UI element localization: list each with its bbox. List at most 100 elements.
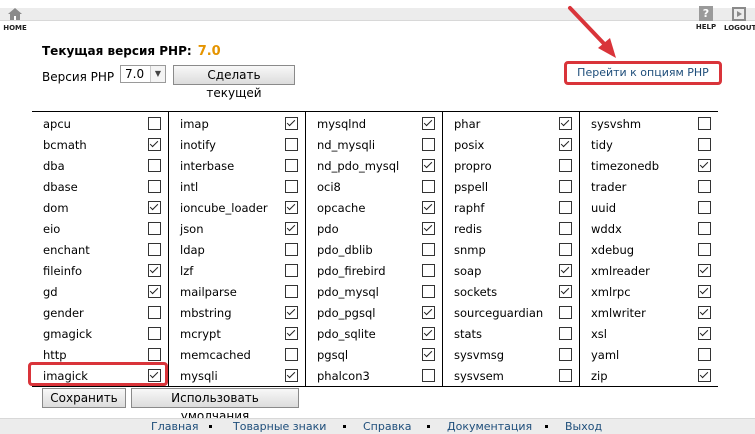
extension-row-gd: gd (32, 282, 168, 303)
extension-checkbox-json[interactable] (285, 222, 298, 235)
extension-checkbox-lzf[interactable] (285, 264, 298, 277)
extension-checkbox-soap[interactable] (559, 264, 572, 277)
save-button[interactable]: Сохранить (42, 388, 126, 408)
extension-row-xdebug: xdebug (580, 240, 718, 261)
extension-name: sysvsem (454, 369, 504, 383)
extension-checkbox-pdo[interactable] (422, 222, 435, 235)
extension-checkbox-apcu[interactable] (148, 117, 161, 130)
extension-checkbox-pdo_pgsql[interactable] (422, 306, 435, 319)
extension-checkbox-nd_pdo_mysql[interactable] (422, 159, 435, 172)
extension-checkbox-mailparse[interactable] (285, 285, 298, 298)
extension-checkbox-phalcon3[interactable] (422, 369, 435, 382)
extension-checkbox-memcached[interactable] (285, 348, 298, 361)
extension-row-tidy: tidy (580, 135, 718, 156)
extension-checkbox-wddx[interactable] (698, 222, 711, 235)
php-version-label: Версия PHP (42, 70, 115, 84)
extension-checkbox-uuid[interactable] (698, 201, 711, 214)
home-button[interactable]: HOME (0, 6, 30, 32)
footer-link[interactable]: Главная (151, 420, 199, 433)
extension-checkbox-stats[interactable] (559, 327, 572, 340)
extension-row-propro: propro (443, 156, 579, 177)
extension-checkbox-sysvshm[interactable] (698, 117, 711, 130)
extension-name: xdebug (591, 243, 635, 257)
extension-checkbox-http[interactable] (148, 348, 161, 361)
extension-checkbox-dom[interactable] (148, 201, 161, 214)
extension-checkbox-sourceguardian[interactable] (559, 306, 572, 319)
extension-checkbox-ldap[interactable] (285, 243, 298, 256)
extension-row-xmlreader: xmlreader (580, 261, 718, 282)
extension-checkbox-timezonedb[interactable] (698, 159, 711, 172)
extension-checkbox-sysvmsg[interactable] (559, 348, 572, 361)
extension-checkbox-opcache[interactable] (422, 201, 435, 214)
extension-row-mailparse: mailparse (169, 282, 305, 303)
extension-row-soap: soap (443, 261, 579, 282)
extension-checkbox-xmlreader[interactable] (698, 264, 711, 277)
extension-checkbox-mysqlnd[interactable] (422, 117, 435, 130)
extension-checkbox-sysvsem[interactable] (559, 369, 572, 382)
logout-button[interactable]: LOGOUT (724, 6, 755, 32)
php-options-link[interactable]: Перейти к опциям PHP (564, 61, 722, 85)
extension-checkbox-pdo_dblib[interactable] (422, 243, 435, 256)
extension-row-intl: intl (169, 177, 305, 198)
extension-checkbox-pspell[interactable] (559, 180, 572, 193)
extension-row-opcache: opcache (306, 198, 442, 219)
extension-checkbox-xmlrpc[interactable] (698, 285, 711, 298)
extension-checkbox-phar[interactable] (559, 117, 572, 130)
extension-checkbox-oci8[interactable] (422, 180, 435, 193)
extension-row-interbase: interbase (169, 156, 305, 177)
make-current-button[interactable]: Сделать текущей (173, 65, 295, 100)
extension-checkbox-mbstring[interactable] (285, 306, 298, 319)
extension-checkbox-bcmath[interactable] (148, 138, 161, 151)
extension-name: gd (43, 285, 58, 299)
extension-checkbox-inotify[interactable] (285, 138, 298, 151)
php-version-select[interactable]: 7.0 ▼ (120, 65, 166, 83)
annotation-arrow-icon (568, 6, 616, 58)
extension-checkbox-mcrypt[interactable] (285, 327, 298, 340)
extension-checkbox-interbase[interactable] (285, 159, 298, 172)
extension-checkbox-fileinfo[interactable] (148, 264, 161, 277)
footer-link[interactable]: Товарные знаки (233, 420, 326, 433)
extension-checkbox-ioncube_loader[interactable] (285, 201, 298, 214)
use-defaults-button[interactable]: Использовать умолчания (131, 388, 299, 423)
extension-row-pdo_sqlite: pdo_sqlite (306, 324, 442, 345)
extension-checkbox-snmp[interactable] (559, 243, 572, 256)
php-version-select-value: 7.0 (125, 67, 145, 81)
extension-checkbox-pdo_mysql[interactable] (422, 285, 435, 298)
extension-checkbox-dba[interactable] (148, 159, 161, 172)
extension-checkbox-propro[interactable] (559, 159, 572, 172)
extension-checkbox-yaml[interactable] (698, 348, 711, 361)
help-button[interactable]: ? HELP (691, 6, 721, 31)
footer-link[interactable]: Справка (363, 420, 411, 433)
extension-name: mysqli (180, 369, 218, 383)
extension-name: sysvmsg (454, 348, 505, 362)
extension-checkbox-raphf[interactable] (559, 201, 572, 214)
extension-checkbox-pgsql[interactable] (422, 348, 435, 361)
footer-link[interactable]: Документация (447, 420, 532, 433)
extension-name: sourceguardian (454, 306, 544, 320)
extension-checkbox-gd[interactable] (148, 285, 161, 298)
extension-checkbox-nd_mysqli[interactable] (422, 138, 435, 151)
extension-row-redis: redis (443, 219, 579, 240)
extension-checkbox-tidy[interactable] (698, 138, 711, 151)
extension-checkbox-eio[interactable] (148, 222, 161, 235)
extension-checkbox-gender[interactable] (148, 306, 161, 319)
extension-checkbox-intl[interactable] (285, 180, 298, 193)
extension-checkbox-imap[interactable] (285, 117, 298, 130)
extension-checkbox-trader[interactable] (698, 180, 711, 193)
extension-checkbox-xmlwriter[interactable] (698, 306, 711, 319)
extension-checkbox-pdo_firebird[interactable] (422, 264, 435, 277)
extension-checkbox-xdebug[interactable] (698, 243, 711, 256)
extension-checkbox-enchant[interactable] (148, 243, 161, 256)
extension-checkbox-xsl[interactable] (698, 327, 711, 340)
extension-checkbox-gmagick[interactable] (148, 327, 161, 340)
extension-checkbox-dbase[interactable] (148, 180, 161, 193)
extension-checkbox-mysqli[interactable] (285, 369, 298, 382)
extension-checkbox-sockets[interactable] (559, 285, 572, 298)
extension-checkbox-redis[interactable] (559, 222, 572, 235)
extension-checkbox-pdo_sqlite[interactable] (422, 327, 435, 340)
extension-name: nd_pdo_mysql (317, 159, 400, 173)
footer-link[interactable]: Выход (565, 420, 602, 433)
extension-checkbox-zip[interactable] (698, 369, 711, 382)
extension-row-lzf: lzf (169, 261, 305, 282)
extension-checkbox-posix[interactable] (559, 138, 572, 151)
